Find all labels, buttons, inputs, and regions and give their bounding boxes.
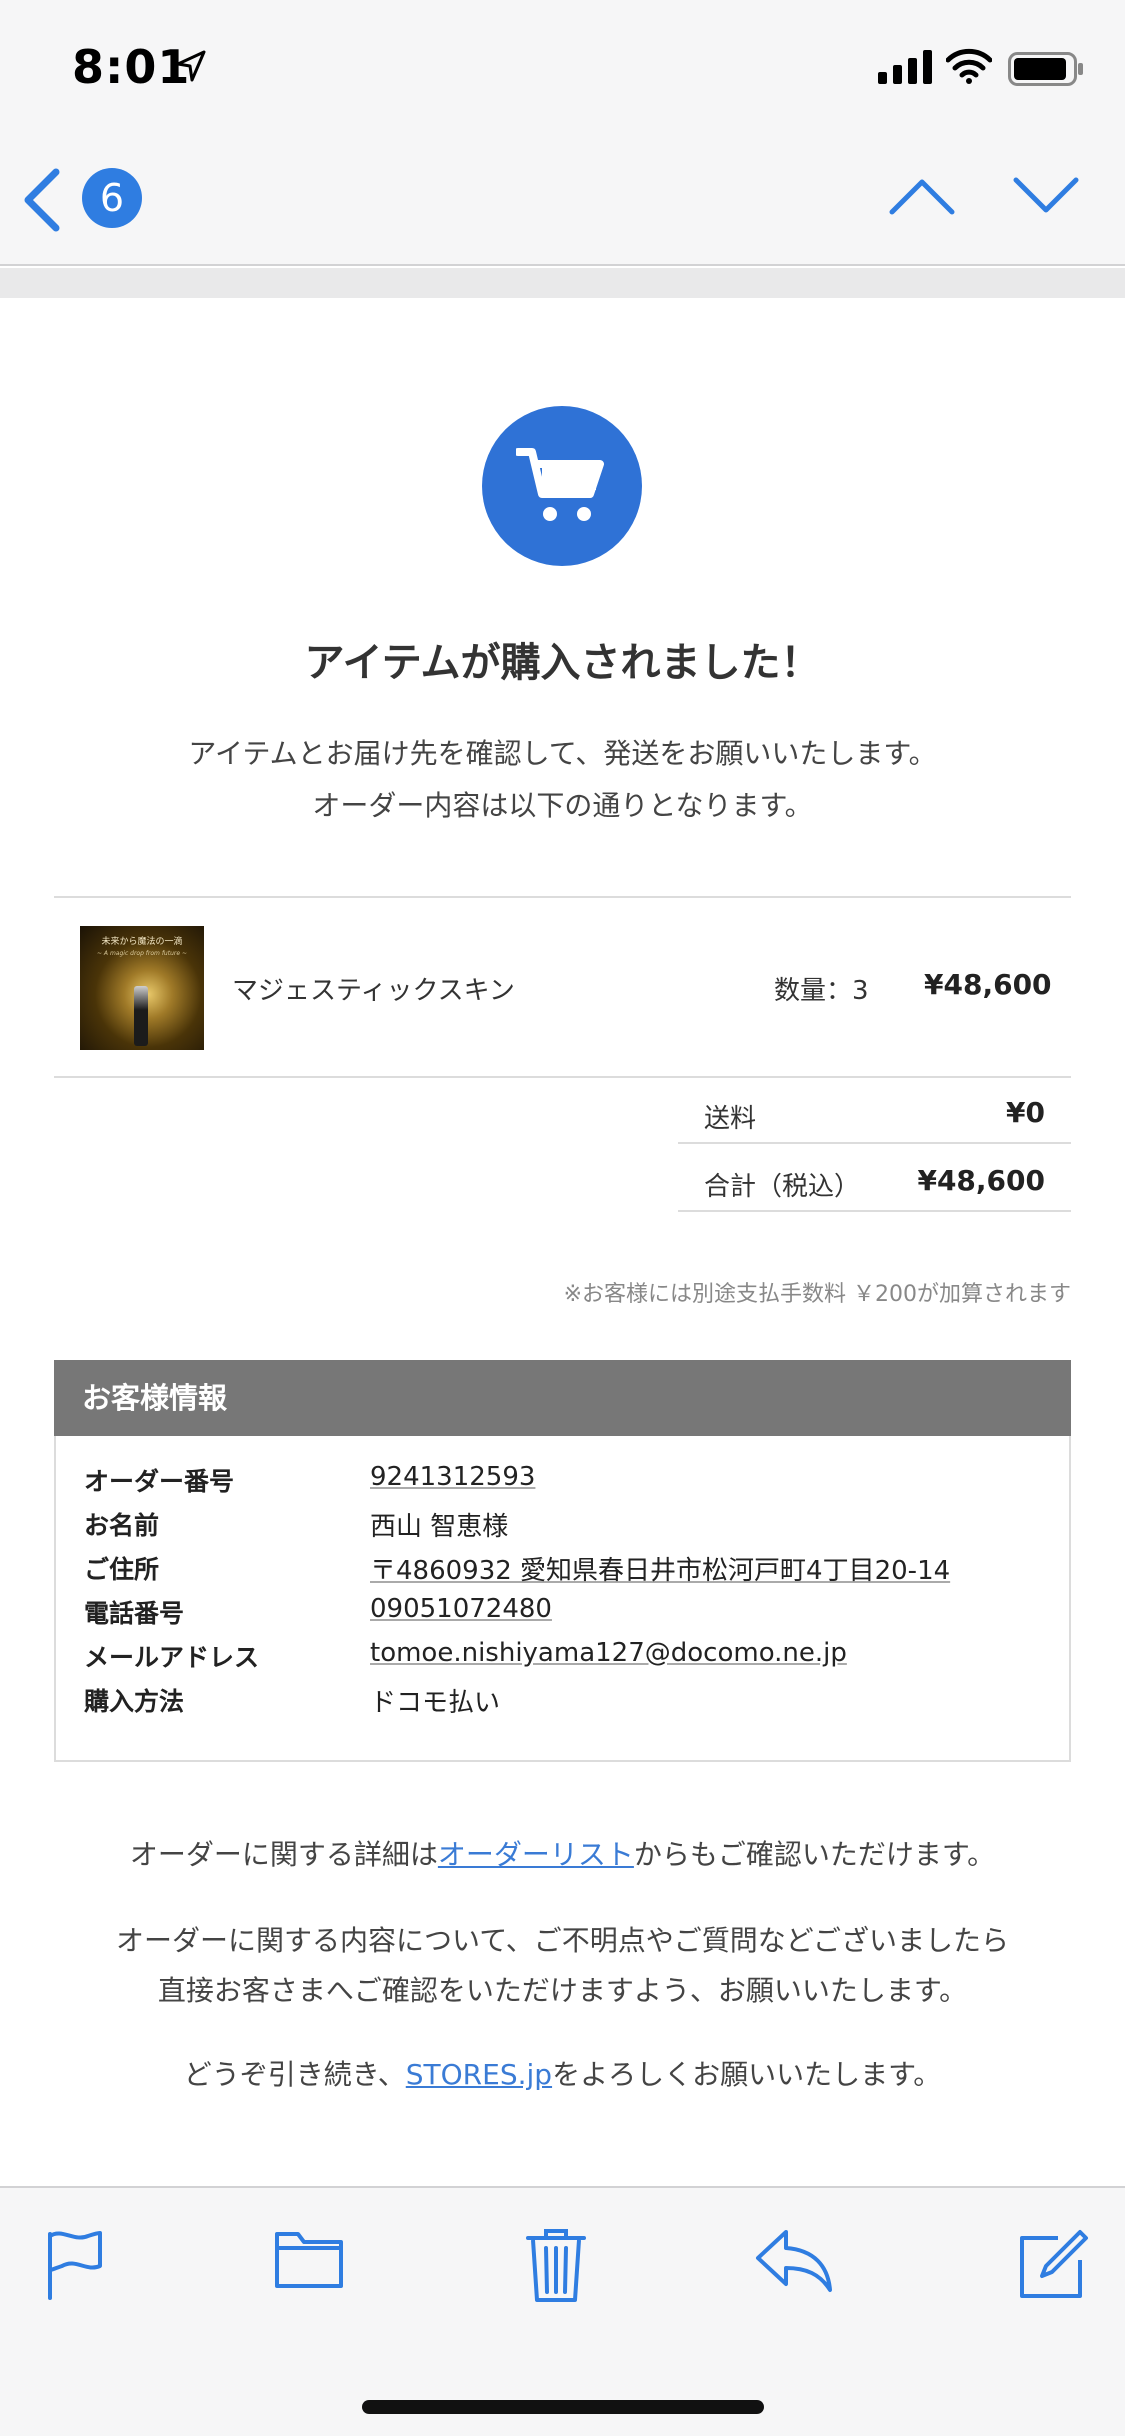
chevron-down-icon[interactable] [1012,176,1080,216]
header-separator [0,268,1125,298]
info-row-order-number: オーダー番号 9241312593 [84,1458,1044,1502]
info-row-phone: 電話番号 09051072480 [84,1590,1044,1634]
closing-line: どうぞ引き続き、STORES.jpをよろしくお願いいたします。 [0,2050,1125,2100]
intro-line-1: アイテムとお届け先を確認して、発送をお願いいたします。 [188,737,937,770]
location-arrow-icon [176,50,206,82]
contact-line-2: 直接お客さまへご確認をいただけますよう、お願いいたします。 [157,1974,968,2007]
reply-icon[interactable] [754,2228,834,2294]
customer-info-header: お客様情報 [54,1360,1071,1436]
item-name: マジェスティックスキン [232,976,515,1006]
divider [54,896,1071,898]
details-text-pre: オーダーに関する詳細は [129,1838,438,1871]
thumbnail-subtitle: ~ A magic drop from future ~ [97,950,187,957]
unread-count-badge: 6 [82,168,142,228]
order-list-link[interactable]: オーダーリスト [438,1838,634,1871]
order-headline: アイテムが購入されました！ [304,640,821,686]
info-label: オーダー番号 [84,1467,235,1496]
info-label: お名前 [84,1511,160,1540]
info-label: ご住所 [84,1555,160,1584]
status-bar: 8:01 [0,0,1125,140]
intro-line-2: オーダー内容は以下の通りとなります。 [312,789,813,822]
item-quantity: 数量：3 [774,976,869,1006]
battery-icon [1008,52,1083,86]
stores-jp-link[interactable]: STORES.jp [406,2058,552,2091]
thumbnail-title: 未来から魔法の一滴 [101,937,183,947]
info-row-email: メールアドレス tomoe.nishiyama127@docomo.ne.jp [84,1634,1044,1678]
chevron-up-icon[interactable] [888,176,956,216]
wifi-icon [946,48,992,84]
folder-icon[interactable] [274,2228,344,2290]
mail-nav-bar: 6 [0,140,1125,266]
total-label: 合計（税込） [704,1172,861,1202]
closing-text-post: をよろしくお願いいたします。 [552,2058,942,2091]
total-value: ¥48,600 [917,1164,1045,1197]
flag-icon[interactable] [44,2228,106,2300]
customer-info-table: オーダー番号 9241312593 お名前 西山 智恵様 ご住所 〒486093… [54,1436,1071,1762]
fee-note: ※お客様には別途支払手数料 ￥200が加算されます [563,1282,1071,1307]
info-row-address: ご住所 〒4860932 愛知県春日井市松河戸町4丁目20-14 [84,1546,1044,1590]
shipping-value: ¥0 [1006,1096,1045,1129]
cart-badge [482,406,642,566]
info-label: メールアドレス [84,1643,260,1672]
shipping-row: 送料 ¥0 [678,1078,1071,1144]
customer-name-value: 西山 智恵様 [370,1512,509,1542]
home-indicator[interactable] [362,2400,764,2414]
shipping-label: 送料 [704,1104,757,1134]
details-text-post: からもご確認いただけます。 [633,1838,996,1871]
compose-icon[interactable] [1018,2228,1090,2300]
details-line: オーダーに関する詳細はオーダーリストからもご確認いただけます。 [0,1830,1125,1880]
product-bottle [134,986,148,1046]
phone-value[interactable]: 09051072480 [370,1594,552,1624]
total-row: 合計（税込） ¥48,600 [678,1146,1071,1212]
info-row-name: お名前 西山 智恵様 [84,1502,1044,1546]
closing-text-pre: どうぞ引き続き、 [183,2058,406,2091]
mail-toolbar [0,2186,1125,2436]
signal-icon [878,50,932,84]
email-body: アイテムが購入されました！ アイテムとお届け先を確認して、発送をお願いいたします… [0,298,1125,2186]
contact-line-1: オーダーに関する内容について、ご不明点やご質問などございましたら [116,1924,1009,1957]
address-value[interactable]: 〒4860932 愛知県春日井市松河戸町4丁目20-14 [370,1550,950,1587]
info-label: 電話番号 [84,1599,185,1628]
order-number-value[interactable]: 9241312593 [370,1462,535,1492]
cart-icon [516,448,604,521]
email-value[interactable]: tomoe.nishiyama127@docomo.ne.jp [370,1638,847,1668]
payment-method-value: ドコモ払い [370,1688,501,1718]
back-chevron-icon [24,168,60,232]
back-button[interactable]: 6 [22,162,142,242]
order-intro: アイテムとお届け先を確認して、発送をお願いいたします。 オーダー内容は以下の通り… [0,728,1125,832]
trash-icon[interactable] [526,2228,586,2304]
info-row-payment: 購入方法 ドコモ払い [84,1678,1044,1722]
status-time: 8:01 [72,40,191,94]
info-label: 購入方法 [84,1687,185,1716]
item-thumbnail: 未来から魔法の一滴 ~ A magic drop from future ~ [80,926,204,1050]
contact-paragraph: オーダーに関する内容について、ご不明点やご質問などございましたら 直接お客さまへ… [0,1916,1125,2016]
item-price: ¥48,600 [924,968,1052,1001]
